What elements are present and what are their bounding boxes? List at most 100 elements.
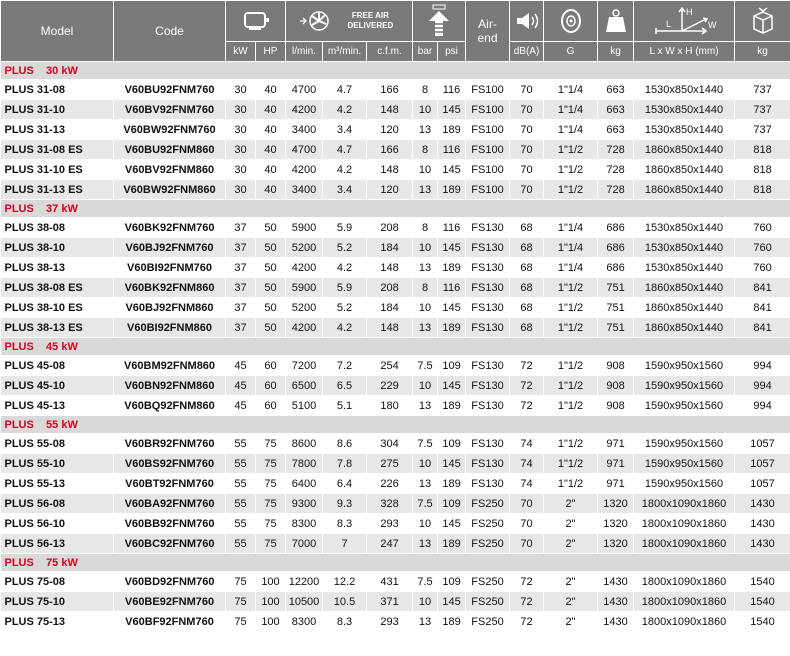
value-cell: 55 bbox=[225, 493, 256, 514]
value-cell: 70 bbox=[509, 159, 545, 180]
value-cell: 40 bbox=[255, 99, 286, 120]
value-cell: 7.5 bbox=[412, 493, 439, 514]
table-row: PLUS 55-10 V60BS92FNM760 55 75 7800 7.8 275 10 1… bbox=[0, 453, 790, 474]
code-cell: V60BI92FNM760 bbox=[113, 257, 226, 278]
value-cell: 70 bbox=[509, 79, 545, 100]
value-cell: FS250 bbox=[465, 493, 511, 514]
value-cell: 737 bbox=[734, 99, 790, 120]
unit-m3min: m³/min. bbox=[322, 41, 367, 62]
value-cell: 45 bbox=[225, 395, 256, 416]
value-cell: 45 bbox=[225, 355, 256, 376]
table-row: PLUS 55-13 V60BT92FNM760 55 75 6400 6.4 226 13 1… bbox=[0, 473, 790, 494]
value-cell: 275 bbox=[366, 453, 414, 474]
dim-w-label: W bbox=[708, 20, 717, 30]
value-cell: 60 bbox=[255, 355, 286, 376]
value-cell: 109 bbox=[437, 355, 467, 376]
value-cell: 751 bbox=[597, 317, 635, 338]
value-cell: 2" bbox=[543, 533, 599, 554]
value-cell: FS250 bbox=[465, 513, 511, 534]
value-cell: 5900 bbox=[285, 217, 323, 238]
value-cell: 40 bbox=[255, 119, 286, 140]
value-cell: 55 bbox=[225, 453, 256, 474]
value-cell: 8 bbox=[412, 139, 439, 160]
value-cell: 1"1/2 bbox=[543, 433, 599, 454]
model-cell: PLUS 55-08 bbox=[0, 433, 114, 454]
value-cell: 1800x1090x1860 bbox=[633, 591, 736, 612]
value-cell: 116 bbox=[437, 139, 467, 160]
value-cell: 116 bbox=[437, 277, 467, 298]
value-cell: 1590x950x1560 bbox=[633, 395, 736, 416]
value-cell: FS130 bbox=[465, 355, 511, 376]
value-cell: 10500 bbox=[285, 591, 323, 612]
value-cell: 293 bbox=[366, 611, 414, 632]
value-cell: 5900 bbox=[285, 277, 323, 298]
model-cell: PLUS 38-08 bbox=[0, 217, 114, 238]
value-cell: 145 bbox=[437, 375, 467, 396]
code-cell: V60BT92FNM760 bbox=[113, 473, 226, 494]
noise-icon bbox=[509, 0, 545, 42]
value-cell: 4.2 bbox=[322, 159, 367, 180]
value-cell: 431 bbox=[366, 571, 414, 592]
code-cell: V60BF92FNM760 bbox=[113, 611, 226, 632]
code-cell: V60BN92FNM860 bbox=[113, 375, 226, 396]
code-header: Code bbox=[113, 0, 226, 62]
value-cell: 254 bbox=[366, 355, 414, 376]
value-cell: 40 bbox=[255, 179, 286, 200]
value-cell: FS100 bbox=[465, 179, 511, 200]
value-cell: 208 bbox=[366, 277, 414, 298]
section-title: PLUS 45 kW bbox=[0, 337, 790, 356]
value-cell: 1860x850x1440 bbox=[633, 317, 736, 338]
value-cell: 6400 bbox=[285, 473, 323, 494]
table-row: PLUS 56-10 V60BB92FNM760 55 75 8300 8.3 293 10 1… bbox=[0, 513, 790, 534]
value-cell: 8.3 bbox=[322, 611, 367, 632]
value-cell: 12.2 bbox=[322, 571, 367, 592]
code-cell: V60BD92FNM760 bbox=[113, 571, 226, 592]
value-cell: 13 bbox=[412, 611, 439, 632]
value-cell: 109 bbox=[437, 433, 467, 454]
value-cell: 1800x1090x1860 bbox=[633, 571, 736, 592]
value-cell: 30 bbox=[225, 179, 256, 200]
value-cell: 7.5 bbox=[412, 355, 439, 376]
table-row: PLUS 56-13 V60BC92FNM760 55 75 7000 7 247 13 189… bbox=[0, 533, 790, 554]
value-cell: 55 bbox=[225, 473, 256, 494]
value-cell: 686 bbox=[597, 257, 635, 278]
value-cell: FS130 bbox=[465, 257, 511, 278]
value-cell: 737 bbox=[734, 119, 790, 140]
value-cell: 30 bbox=[225, 99, 256, 120]
value-cell: 841 bbox=[734, 297, 790, 318]
model-cell: PLUS 38-13 bbox=[0, 257, 114, 278]
value-cell: 1530x850x1440 bbox=[633, 217, 736, 238]
section-title: PLUS 75 kW bbox=[0, 553, 790, 572]
code-cell: V60BS92FNM760 bbox=[113, 453, 226, 474]
value-cell: 1057 bbox=[734, 473, 790, 494]
value-cell: 1860x850x1440 bbox=[633, 297, 736, 318]
model-cell: PLUS 31-08 bbox=[0, 79, 114, 100]
value-cell: FS130 bbox=[465, 297, 511, 318]
value-cell: 8 bbox=[412, 217, 439, 238]
value-cell: 50 bbox=[255, 317, 286, 338]
table-row: PLUS 38-10 ES V60BJ92FNM860 37 50 5200 5.2 184… bbox=[0, 297, 790, 318]
value-cell: 994 bbox=[734, 375, 790, 396]
value-cell: 37 bbox=[225, 257, 256, 278]
value-cell: 371 bbox=[366, 591, 414, 612]
value-cell: 148 bbox=[366, 317, 414, 338]
model-cell: PLUS 38-10 bbox=[0, 237, 114, 258]
value-cell: FS250 bbox=[465, 533, 511, 554]
value-cell: 4.2 bbox=[322, 99, 367, 120]
value-cell: 30 bbox=[225, 119, 256, 140]
value-cell: 50 bbox=[255, 257, 286, 278]
table-row: PLUS 31-10 ES V60BV92FNM860 30 40 4200 4.2 148… bbox=[0, 159, 790, 180]
model-cell: PLUS 75-10 bbox=[0, 591, 114, 612]
connection-icon bbox=[543, 0, 599, 42]
section-header: PLUS 55 kW bbox=[0, 415, 790, 434]
value-cell: 760 bbox=[734, 257, 790, 278]
value-cell: 4700 bbox=[285, 79, 323, 100]
weight-icon bbox=[597, 0, 635, 42]
value-cell: 8.3 bbox=[322, 513, 367, 534]
value-cell: 2" bbox=[543, 591, 599, 612]
model-cell: PLUS 55-13 bbox=[0, 473, 114, 494]
table-row: PLUS 38-08 V60BK92FNM760 37 50 5900 5.9 208 8 11… bbox=[0, 217, 790, 238]
value-cell: 148 bbox=[366, 99, 414, 120]
value-cell: 68 bbox=[509, 317, 545, 338]
value-cell: FS130 bbox=[465, 375, 511, 396]
